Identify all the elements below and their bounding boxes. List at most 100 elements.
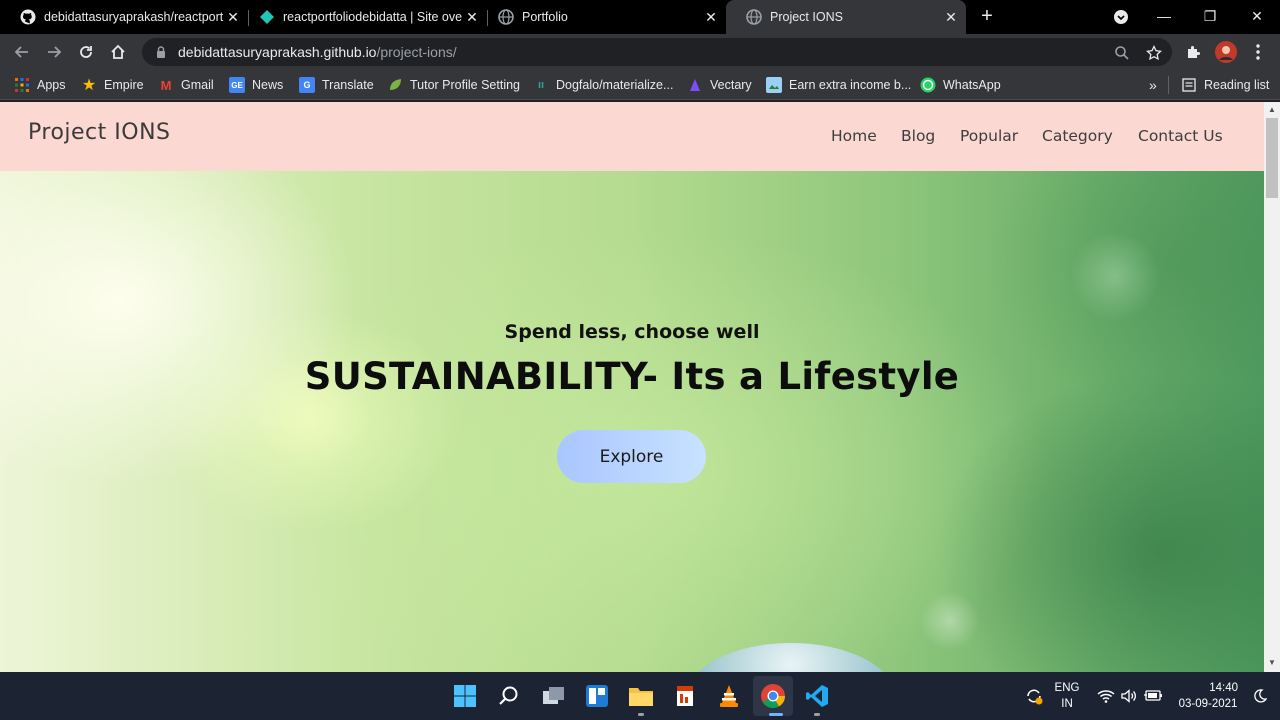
office-icon [677, 686, 693, 706]
folder-icon [629, 688, 653, 706]
tab-search-button[interactable] [1098, 0, 1144, 34]
bookmark-gmail[interactable]: M Gmail [158, 76, 214, 94]
search-icon [499, 686, 518, 705]
tab-title: Portfolio [522, 10, 568, 24]
clock-time: 14:40 [1209, 682, 1238, 694]
bookmark-label: Dogfalo/materialize... [556, 78, 674, 92]
scroll-thumb[interactable] [1266, 118, 1278, 198]
bookmark-label: Vectary [710, 78, 752, 92]
nav-popular[interactable]: Popular [960, 127, 1018, 145]
url-host: debidattasuryaprakash.github.io [178, 44, 377, 60]
vlc-cone-icon [720, 685, 738, 707]
apps-grid-icon [14, 77, 30, 93]
bookmark-star-icon[interactable] [1146, 45, 1162, 61]
update-notification-button[interactable] [1020, 682, 1048, 710]
bookmark-label: Apps [37, 78, 66, 92]
zoom-search-icon[interactable] [1114, 45, 1130, 61]
task-view-button[interactable] [540, 682, 568, 710]
clock[interactable]: 14:40 03-09-2021 [1172, 680, 1244, 712]
gmail-icon: M [160, 77, 172, 93]
back-button[interactable] [10, 40, 34, 64]
bokeh-light [1070, 231, 1160, 321]
profile-avatar[interactable] [1214, 40, 1238, 64]
language-indicator[interactable]: ENG IN [1050, 680, 1084, 712]
tab-title: Project IONS [770, 10, 843, 24]
task-view-icon [543, 687, 564, 704]
reading-list-button[interactable]: Reading list [1168, 76, 1269, 94]
forward-button[interactable] [42, 40, 66, 64]
menu-button[interactable] [1246, 40, 1270, 64]
bookmark-vectary[interactable]: Vectary [687, 76, 752, 94]
bookmark-tutor-profile[interactable]: Tutor Profile Setting [387, 76, 520, 94]
site-brand[interactable]: Project IONS [28, 120, 171, 145]
bookmark-translate[interactable]: G Translate [299, 76, 374, 94]
bookmarks-overflow-button[interactable]: » [1149, 76, 1157, 94]
office-app-button[interactable] [671, 682, 699, 710]
url-text: debidattasuryaprakash.github.io/project-… [178, 44, 457, 60]
whatsapp-icon [920, 77, 936, 93]
tab-portfolio[interactable]: Portfolio ✕ [478, 0, 726, 34]
restore-button[interactable]: ❐ [1187, 0, 1233, 34]
bookmark-label: Empire [104, 78, 144, 92]
bookmark-news[interactable]: GE News [229, 76, 283, 94]
nav-category[interactable]: Category [1042, 127, 1113, 145]
google-news-icon: GE [229, 77, 245, 93]
windows-logo-icon [454, 685, 476, 707]
scroll-up-icon[interactable]: ▲ [1267, 105, 1277, 115]
hero-section: Spend less, choose well SUSTAINABILITY- … [0, 171, 1264, 672]
vlc-button[interactable] [715, 682, 743, 710]
hero-subtitle: Spend less, choose well [504, 321, 760, 343]
notification-center-button[interactable] [1246, 682, 1274, 710]
language-code: ENG [1054, 682, 1080, 694]
file-explorer-button[interactable] [627, 682, 655, 710]
start-button[interactable] [451, 682, 479, 710]
widgets-button[interactable] [583, 682, 611, 710]
minimize-button[interactable]: — [1141, 0, 1187, 34]
tab-github[interactable]: debidattasuryaprakash/reactport ✕ [0, 0, 248, 34]
vscode-button[interactable] [803, 682, 831, 710]
chrome-icon [761, 684, 785, 709]
close-icon[interactable]: ✕ [702, 9, 720, 26]
page-scrollbar[interactable]: ▲ ▼ [1264, 102, 1280, 672]
vectary-icon [687, 77, 703, 93]
active-indicator [769, 713, 783, 716]
globe-icon [746, 9, 762, 25]
bookmark-label: Translate [322, 78, 374, 92]
speaker-icon [1121, 689, 1136, 703]
tab-project-ions[interactable]: Project IONS ✕ [726, 0, 966, 34]
address-bar[interactable]: debidattasuryaprakash.github.io/project-… [142, 38, 1172, 66]
bookmark-apps[interactable]: Apps [14, 76, 66, 94]
extensions-button[interactable] [1182, 40, 1206, 64]
chevron-down-icon [1114, 10, 1128, 24]
chrome-button[interactable] [759, 682, 787, 710]
close-window-button[interactable]: ✕ [1234, 0, 1280, 34]
explore-button[interactable]: Explore [557, 430, 706, 483]
reload-button[interactable] [74, 40, 98, 64]
page-viewport: Project IONS Home Blog Popular Category … [0, 102, 1280, 672]
new-tab-button[interactable]: + [976, 5, 998, 27]
nav-blog[interactable]: Blog [901, 127, 935, 145]
site-navbar: Project IONS Home Blog Popular Category … [0, 102, 1264, 171]
bookmark-label: News [252, 78, 284, 92]
reload-icon [80, 46, 92, 58]
bookmark-empire[interactable]: ★ Empire [81, 76, 144, 94]
taskbar-search-button[interactable] [495, 682, 523, 710]
close-icon[interactable]: ✕ [942, 9, 960, 26]
tab-netlify[interactable]: reactportfoliodebidatta | Site ove ✕ [239, 0, 487, 34]
home-button[interactable] [106, 40, 130, 64]
nav-contact-us[interactable]: Contact Us [1138, 127, 1223, 145]
bookmark-earn-extra[interactable]: Earn extra income b... [766, 76, 911, 94]
arrow-left-icon [14, 46, 28, 58]
sync-update-icon [1027, 689, 1043, 705]
puzzle-icon [1188, 46, 1200, 58]
running-indicator [814, 713, 820, 716]
clock-date: 03-09-2021 [1178, 698, 1238, 710]
bookmark-label: Gmail [181, 78, 214, 92]
github-icon [20, 9, 36, 25]
lock-icon [157, 46, 165, 58]
nav-home[interactable]: Home [831, 127, 877, 145]
bookmark-whatsapp[interactable]: WhatsApp [920, 76, 1001, 94]
scroll-down-icon[interactable]: ▼ [1267, 658, 1277, 668]
battery-button[interactable] [1139, 682, 1167, 710]
bookmark-materialize[interactable]: ıı Dogfalo/materialize... [533, 76, 673, 94]
